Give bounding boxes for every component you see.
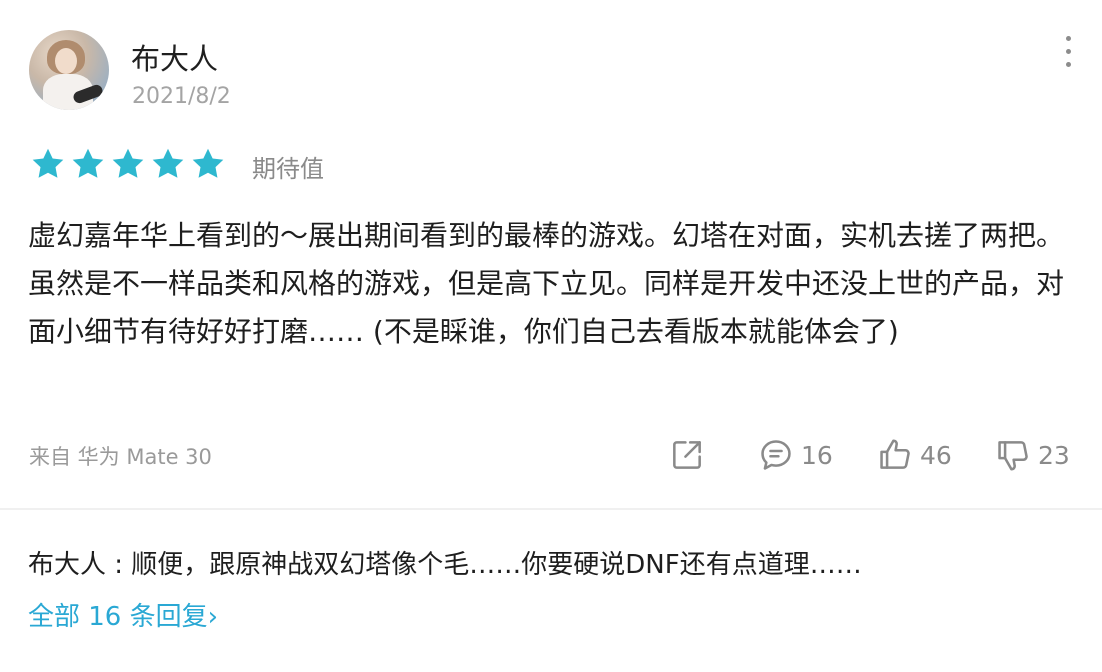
like-count: 46	[920, 440, 952, 470]
like-button[interactable]: 46	[876, 432, 952, 478]
comment-count: 16	[801, 440, 833, 470]
star-icon	[32, 148, 64, 178]
username[interactable]: 布大人	[131, 36, 218, 78]
share-icon	[673, 441, 701, 469]
review-date: 2021/8/2	[132, 84, 231, 109]
rating-label: 期待值	[252, 155, 324, 183]
share-button[interactable]	[668, 432, 706, 478]
reply-preview[interactable]: 布大人 : 顺便，跟原神战双幻塔像个毛……你要硬说DNF还有点道理……	[28, 544, 862, 581]
review-content: 虚幻嘉年华上看到的～展出期间看到的最棒的游戏。幻塔在对面，实机去搓了两把。虽然是…	[28, 219, 1065, 348]
star-icon	[112, 148, 144, 178]
thumbs-down-icon	[998, 441, 1028, 471]
dislike-count: 23	[1038, 440, 1070, 470]
star-icon	[72, 148, 104, 178]
comment-icon	[761, 440, 791, 470]
dislike-button[interactable]: 23	[994, 432, 1070, 478]
chevron-right-icon: ›	[207, 602, 219, 632]
all-replies-label: 全部 16 条回复	[28, 602, 208, 632]
more-options-icon[interactable]	[1055, 36, 1081, 68]
star-icon	[192, 148, 224, 178]
star-icon	[152, 148, 184, 178]
device-label: 来自 华为 Mate 30	[29, 445, 212, 469]
star-rating	[30, 146, 226, 184]
thumbs-up-icon	[880, 439, 910, 469]
all-replies-link[interactable]: 全部 16 条回复›	[28, 596, 218, 633]
comment-button[interactable]: 16	[757, 432, 833, 478]
user-avatar[interactable]	[29, 30, 109, 110]
divider	[0, 508, 1102, 510]
